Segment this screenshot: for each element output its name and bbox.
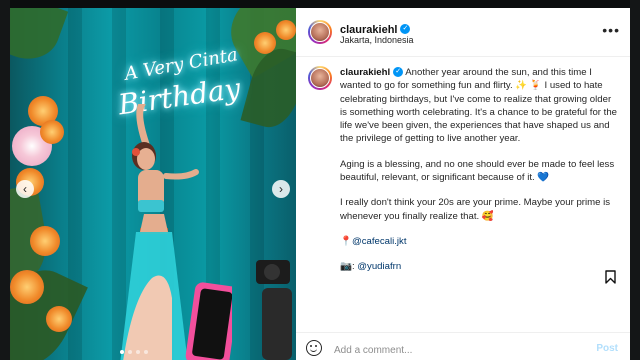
caption-username[interactable]: claurakiehl [340,67,390,78]
prev-photo-button[interactable]: ‹ [16,180,34,198]
carousel-dot [120,350,124,354]
carousel-indicator [120,350,148,354]
camera-photographer [256,260,292,360]
post-photo[interactable]: A Very Cinta Birthday ‹ › [10,8,296,360]
camera-label: : [351,261,355,273]
comment-divider [296,332,630,333]
carousel-dot [136,350,140,354]
caption-paragraph-3: I really don't think your 20s are your p… [340,197,611,222]
phone-in-hand [123,275,232,360]
post-caption: claurakiehl ✓ Another year around the sun… [340,66,618,286]
caption-paragraph-2: Aging is a blessing, and no one should e… [340,158,615,184]
photographer-tag-link[interactable]: @yudiafrn [357,261,401,272]
caption-photographer-line: 📷: @yudiafrn [340,260,618,273]
more-options-button[interactable]: ••• [602,22,620,38]
comment-input[interactable] [332,340,586,360]
orange-flower [276,20,296,40]
right-gutter [630,0,640,360]
caption-avatar[interactable] [308,66,332,90]
emoji-icon[interactable] [306,340,322,356]
verified-badge-icon: ✓ [393,67,404,78]
orange-flower [30,226,60,256]
post-header: claurakiehl ✓ Jakarta, Indonesia ••• [296,8,630,57]
location-pin-icon: 📍 [340,235,352,247]
post-details-panel: claurakiehl ✓ Jakarta, Indonesia ••• clau… [296,8,630,360]
carousel-dot [144,350,148,354]
left-gutter [0,0,10,360]
verified-badge-icon: ✓ [400,23,411,34]
palm-leaf [10,8,69,69]
caption-location-line: 📍@cafecali.jkt [340,235,618,248]
orange-flower [254,32,276,54]
orange-flower [40,120,64,144]
caption-text-1: Another year around the sun, and this ti… [340,67,618,145]
post-location[interactable]: Jakarta, Indonesia [340,35,414,45]
orange-flower [10,270,44,304]
orange-flower [46,306,72,332]
post-comment-button[interactable]: Post [596,343,618,354]
carousel-dot [128,350,132,354]
avatar[interactable] [308,20,332,44]
bookmark-icon[interactable] [605,270,616,284]
next-photo-button[interactable]: › [272,180,290,198]
camera-icon: 📷 [340,261,352,273]
location-tag-link[interactable]: @cafecali.jkt [352,236,407,247]
caption-paragraph-1: claurakiehl ✓ Another year around the sun… [340,66,618,146]
